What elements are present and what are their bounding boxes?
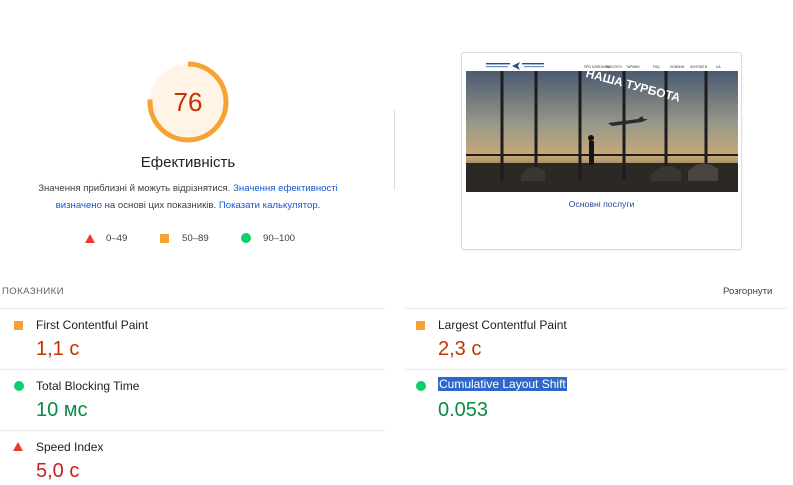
- square-icon: [160, 233, 169, 243]
- thumb-nav-services: ПОСЛУГИ: [606, 65, 622, 69]
- performance-score: 76: [173, 87, 203, 117]
- metric-lcp: Largest Contentful Paint 2,3 с: [405, 309, 787, 369]
- thumb-nav-contacts: КОНТАКТИ: [690, 65, 708, 69]
- vertical-divider: [394, 110, 395, 190]
- circle-icon: [14, 381, 24, 391]
- scoring-link-line2: визначено: [55, 200, 102, 211]
- metric-value: 10 мс: [36, 399, 88, 421]
- legend-fail-label: 0–49: [106, 232, 128, 244]
- calculator-link[interactable]: Показати калькулятор: [219, 200, 318, 211]
- thumb-nav-tariffs: ТАРИФИ: [626, 65, 640, 69]
- metric-tbt: Total Blocking Time 10 мс: [0, 370, 385, 430]
- description-middle: на основі цих показників.: [104, 200, 217, 211]
- metric-name: Speed Index: [36, 440, 104, 454]
- circle-icon: [416, 381, 426, 391]
- description-text: Значення приблизні й можуть відрізнятися…: [38, 183, 231, 194]
- legend-fail: 0–49: [85, 231, 127, 245]
- metrics-section-title: ПОКАЗНИКИ: [2, 286, 64, 297]
- metric-value: 1,1 с: [36, 338, 80, 360]
- metric-speed-index: Speed Index 5,0 с: [0, 431, 385, 485]
- metric-name-selected: Cumulative Layout Shift: [438, 377, 567, 391]
- hero-image: НАША ТУРБОТА: [466, 71, 738, 192]
- metric-value: 0.053: [438, 399, 489, 421]
- thumb-nav-news: НОВИНИ: [670, 65, 685, 69]
- metric-name: First Contentful Paint: [36, 318, 149, 332]
- square-icon: [416, 321, 425, 330]
- page-screenshot-thumbnail[interactable]: ПРО КОМПАНІЮ ПОСЛУГИ ТАРИФИ FAQ НОВИНИ К…: [461, 52, 742, 250]
- metric-name: Total Blocking Time: [36, 379, 140, 393]
- expand-toggle[interactable]: Розгорнути: [723, 286, 772, 297]
- triangle-icon: [85, 233, 95, 243]
- legend-pass: 90–100: [241, 231, 295, 245]
- category-title: Ефективність: [140, 154, 236, 171]
- score-description: Значення приблизні й можуть відрізнятися…: [20, 180, 356, 214]
- description-end: .: [317, 200, 321, 211]
- scoring-link-line1: Значення ефективності: [233, 183, 338, 194]
- metric-name: Largest Contentful Paint: [438, 318, 567, 332]
- metric-fcp: First Contentful Paint 1,1 с: [0, 309, 385, 369]
- thumb-nav-faq: FAQ: [653, 65, 660, 69]
- circle-icon: [241, 233, 251, 243]
- metric-value: 5,0 с: [36, 460, 80, 482]
- metric-value: 2,3 с: [438, 338, 482, 360]
- metric-cls: Cumulative Layout Shift 0.053: [405, 370, 787, 430]
- thumb-nav-lang: UA: [716, 65, 721, 69]
- legend-pass-label: 90–100: [263, 232, 296, 244]
- legend-average: 50–89: [160, 231, 209, 245]
- legend-average-label: 50–89: [182, 232, 209, 244]
- thumbnail-caption: Основні послуги: [568, 199, 635, 209]
- triangle-icon: [13, 442, 23, 451]
- square-icon: [14, 321, 23, 330]
